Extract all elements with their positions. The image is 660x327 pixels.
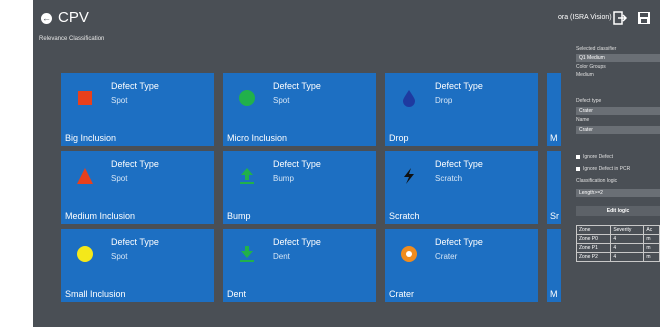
checkbox-icon xyxy=(576,166,580,171)
color-groups-value: Medium xyxy=(576,72,594,78)
save-icon[interactable] xyxy=(637,11,651,25)
tile-crater[interactable]: Defect Type Crater Crater xyxy=(385,229,538,302)
severity-cell[interactable]: 4 xyxy=(610,252,645,262)
defect-type-value: Scratch xyxy=(435,174,463,183)
logout-icon[interactable] xyxy=(613,11,627,25)
tile-name: Drop xyxy=(389,133,409,143)
page-subtitle: Relevance Classification xyxy=(39,36,105,42)
tile-name: M xyxy=(550,133,558,143)
checkbox-icon xyxy=(576,154,580,159)
red-triangle-icon xyxy=(77,168,93,184)
tile-name: Bump xyxy=(227,211,251,221)
tile-partial[interactable]: M xyxy=(547,229,561,302)
tile-micro-inclusion[interactable]: Defect Type Spot Micro Inclusion xyxy=(223,73,376,146)
defect-class-grid: Defect Type Spot Big Inclusion Defect Ty… xyxy=(61,73,591,306)
tile-name: Scratch xyxy=(389,211,420,221)
ignore-defect-pcr-checkbox[interactable]: Ignore Defect in PCR xyxy=(576,166,630,172)
ignore-defect-pcr-label: Ignore Defect in PCR xyxy=(583,166,631,172)
defect-type-value: Dent xyxy=(273,252,290,261)
crater-icon xyxy=(401,246,417,262)
app-window: ← CPV Relevance Classification ora (ISRA… xyxy=(33,0,660,327)
tile-big-inclusion[interactable]: Defect Type Spot Big Inclusion xyxy=(61,73,214,146)
defect-type-value: Spot xyxy=(273,96,290,105)
tile-name: M xyxy=(550,289,558,299)
table-row[interactable]: Zone P1 4 m xyxy=(575,243,660,253)
zone-cell: Zone P2 xyxy=(575,252,612,262)
zone-cell: Zone P1 xyxy=(575,243,612,253)
back-arrow-icon[interactable]: ← xyxy=(41,13,52,24)
severity-cell[interactable]: 4 xyxy=(610,234,645,244)
action-cell[interactable]: m xyxy=(643,243,660,253)
selected-classifier-label: Selected classifier xyxy=(576,46,617,52)
name-label: Name xyxy=(576,117,590,123)
edit-logic-button[interactable]: Edit logic xyxy=(576,206,660,216)
tile-drop[interactable]: Defect Type Drop Drop xyxy=(385,73,538,146)
defect-type-value: Spot xyxy=(111,252,128,261)
tile-partial[interactable]: Sr xyxy=(547,151,561,224)
tile-scratch[interactable]: Defect Type Scratch Scratch xyxy=(385,151,538,224)
dent-icon xyxy=(240,246,254,262)
action-cell[interactable]: m xyxy=(643,252,660,262)
color-groups-label: Color Groups xyxy=(576,64,606,70)
bump-icon xyxy=(240,168,254,184)
zone-cell: Zone P0 xyxy=(575,234,612,244)
defect-type-label: Defect Type xyxy=(273,159,321,169)
severity-header: Severity xyxy=(610,225,645,235)
defect-type-label: Defect Type xyxy=(111,81,159,91)
tile-name: Medium Inclusion xyxy=(65,211,136,221)
drop-icon xyxy=(403,90,415,107)
tile-dent[interactable]: Defect Type Dent Dent xyxy=(223,229,376,302)
defect-type-label: Defect Type xyxy=(273,81,321,91)
defect-type-label: Defect Type xyxy=(111,159,159,169)
defect-type-label: Defect Type xyxy=(435,159,483,169)
tile-small-inclusion[interactable]: Defect Type Spot Small Inclusion xyxy=(61,229,214,302)
tile-name: Big Inclusion xyxy=(65,133,117,143)
defect-type-field[interactable]: Crater xyxy=(576,107,660,115)
name-field[interactable]: Crater xyxy=(576,126,660,134)
table-row[interactable]: Zone P2 4 m xyxy=(575,252,660,262)
defect-type-label: Defect Type xyxy=(435,81,483,91)
action-header: Ac xyxy=(643,225,660,235)
tile-name: Micro Inclusion xyxy=(227,133,288,143)
defect-type-label: Defect Type xyxy=(111,237,159,247)
table-header-row: Zone Severity Ac xyxy=(575,225,660,235)
tile-bump[interactable]: Defect Type Bump Bump xyxy=(223,151,376,224)
classification-logic-field[interactable]: Length>=2 xyxy=(576,189,660,197)
green-circle-icon xyxy=(239,90,255,106)
defect-type-label: Defect Type xyxy=(273,237,321,247)
ignore-defect-label: Ignore Defect xyxy=(583,154,614,160)
defect-type-value: Bump xyxy=(273,174,294,183)
defect-type-value: Crater xyxy=(435,252,458,261)
defect-type-value: Spot xyxy=(111,174,128,183)
tile-name: Sr xyxy=(550,211,559,221)
classification-logic-label: Classification logic xyxy=(576,178,618,184)
table-row[interactable]: Zone P0 4 m xyxy=(575,234,660,244)
selected-classifier-field[interactable]: Q1 Medium xyxy=(576,54,660,62)
user-label: ora (ISRA Vision) xyxy=(558,14,612,21)
zone-header: Zone xyxy=(575,225,612,235)
severity-cell[interactable]: 4 xyxy=(610,243,645,253)
scratch-icon xyxy=(404,168,414,184)
tile-name: Dent xyxy=(227,289,247,299)
red-square-icon xyxy=(78,91,92,105)
action-cell[interactable]: m xyxy=(643,234,660,244)
zone-table: Zone Severity Ac Zone P0 4 m Zone P1 4 m… xyxy=(575,225,660,262)
defect-type-value: Drop xyxy=(435,96,453,105)
tile-medium-inclusion[interactable]: Defect Type Spot Medium Inclusion xyxy=(61,151,214,224)
ignore-defect-checkbox[interactable]: Ignore Defect xyxy=(576,154,613,160)
defect-type-label: Defect Type xyxy=(435,237,483,247)
app-title: CPV xyxy=(58,9,89,26)
defect-type-label: Defect type xyxy=(576,98,602,104)
tile-name: Crater xyxy=(389,289,415,299)
tile-name: Small Inclusion xyxy=(65,289,126,299)
defect-type-value: Spot xyxy=(111,96,128,105)
tile-partial[interactable]: M xyxy=(547,73,561,146)
yellow-circle-icon xyxy=(77,246,93,262)
